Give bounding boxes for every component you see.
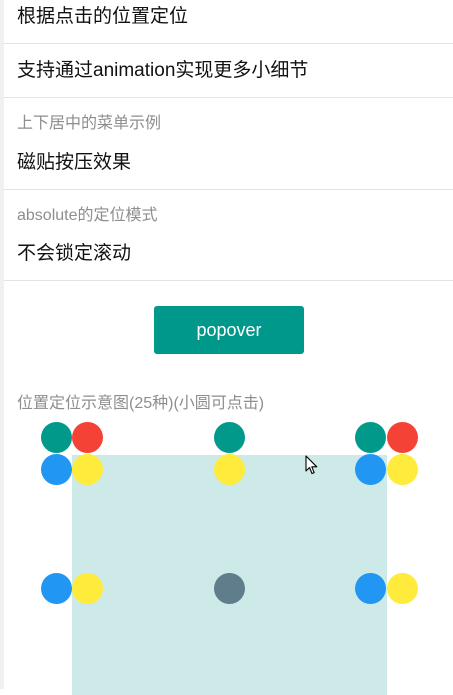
position-dot-left-center[interactable] [41,573,72,604]
position-dot-left-top[interactable] [41,454,72,485]
section-title-center-menu: 上下居中的菜单示例 [17,115,162,132]
menu-item-click-position[interactable]: 根据点击的位置定位 [4,0,453,43]
position-dot-center[interactable] [214,573,245,604]
position-dot-inner-left-center[interactable] [72,573,103,604]
position-dot-top-left[interactable] [41,422,72,453]
menu-item-no-scroll-lock[interactable]: absolute的定位模式 不会锁定滚动 [4,190,453,280]
diagram-title: 位置定位示意图(25种)(小圆可点击) [17,395,265,412]
popover-button[interactable]: popover [154,306,304,354]
menu-item-animation[interactable]: 支持通过animation实现更多小细节 [4,44,453,97]
position-dot-top-end[interactable] [355,422,386,453]
mouse-pointer-icon [305,455,318,475]
position-dot-inner-top-center[interactable] [214,454,245,485]
position-dot-inner-top-right[interactable] [387,454,418,485]
position-dot-top-center[interactable] [214,422,245,453]
position-dot-inner-right-center[interactable] [387,573,418,604]
position-dot-right-top[interactable] [355,454,386,485]
menu-item-tile-press[interactable]: 上下居中的菜单示例 磁贴按压效果 [4,98,453,189]
position-dot-right-center[interactable] [355,573,386,604]
menu-item-label: 根据点击的位置定位 [17,6,189,27]
menu-item-label: 不会锁定滚动 [17,243,132,264]
menu-item-label: 支持通过animation实现更多小细节 [17,60,309,81]
position-dot-top-start[interactable] [72,422,103,453]
section-title-absolute-mode: absolute的定位模式 [17,207,158,224]
divider [4,280,453,281]
position-dot-inner-top-left[interactable] [72,454,103,485]
position-dot-top-right[interactable] [387,422,418,453]
menu-item-label: 磁贴按压效果 [17,152,132,173]
